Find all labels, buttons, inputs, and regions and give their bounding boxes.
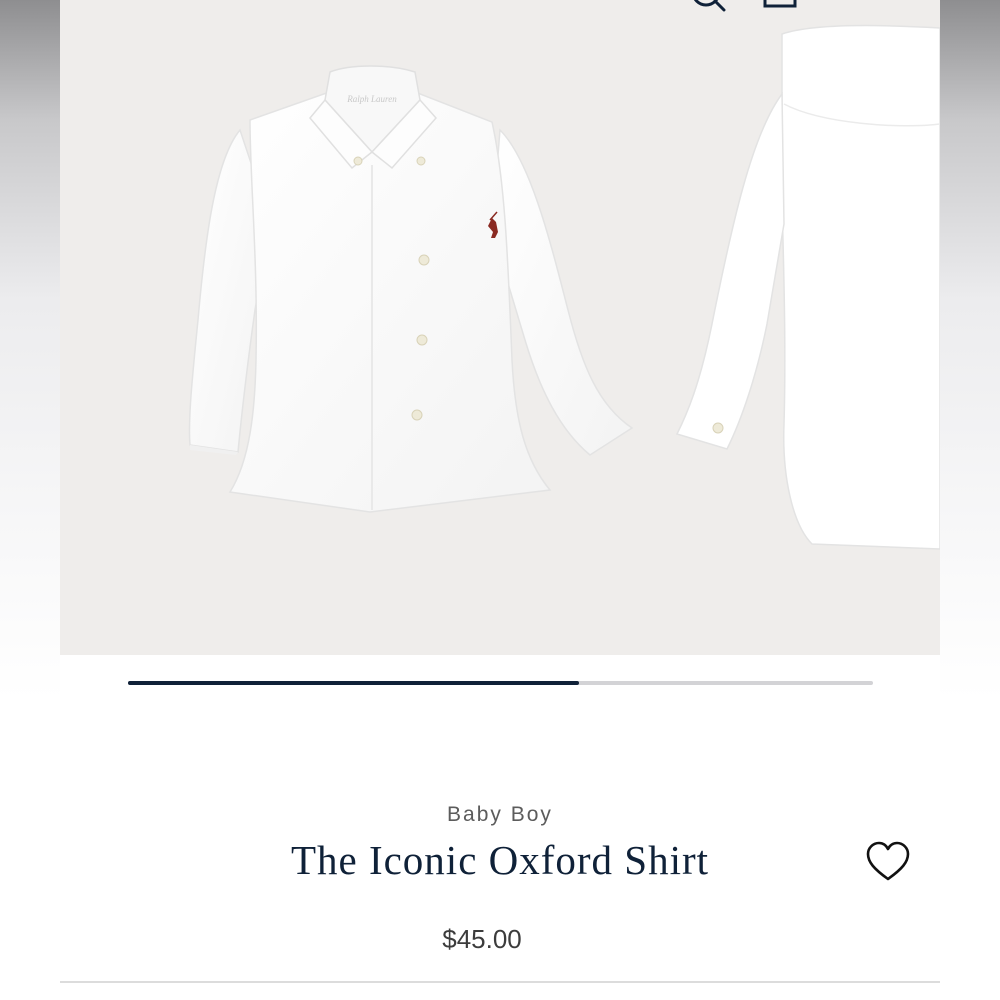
gallery-progress-fill <box>128 681 579 685</box>
product-image-gallery[interactable]: Ralph Lauren <box>60 0 940 655</box>
svg-text:Ralph Lauren: Ralph Lauren <box>346 94 397 104</box>
divider <box>60 981 940 983</box>
gallery-progress-bar[interactable] <box>128 681 873 685</box>
search-icon[interactable] <box>688 0 732 14</box>
product-price: $45.00 <box>442 924 522 954</box>
product-title: The Iconic Oxford Shirt <box>290 837 710 883</box>
app-screen: Ralph Lauren Baby Boy The Iconic Oxford … <box>60 0 940 1000</box>
menu-icon[interactable] <box>832 0 872 6</box>
product-category: Baby Boy <box>447 803 553 826</box>
heart-icon[interactable] <box>864 838 912 886</box>
shirt-back-image[interactable] <box>672 24 940 554</box>
shirt-front-image[interactable]: Ralph Lauren <box>120 60 640 520</box>
shopping-bag-icon[interactable] <box>760 0 800 10</box>
